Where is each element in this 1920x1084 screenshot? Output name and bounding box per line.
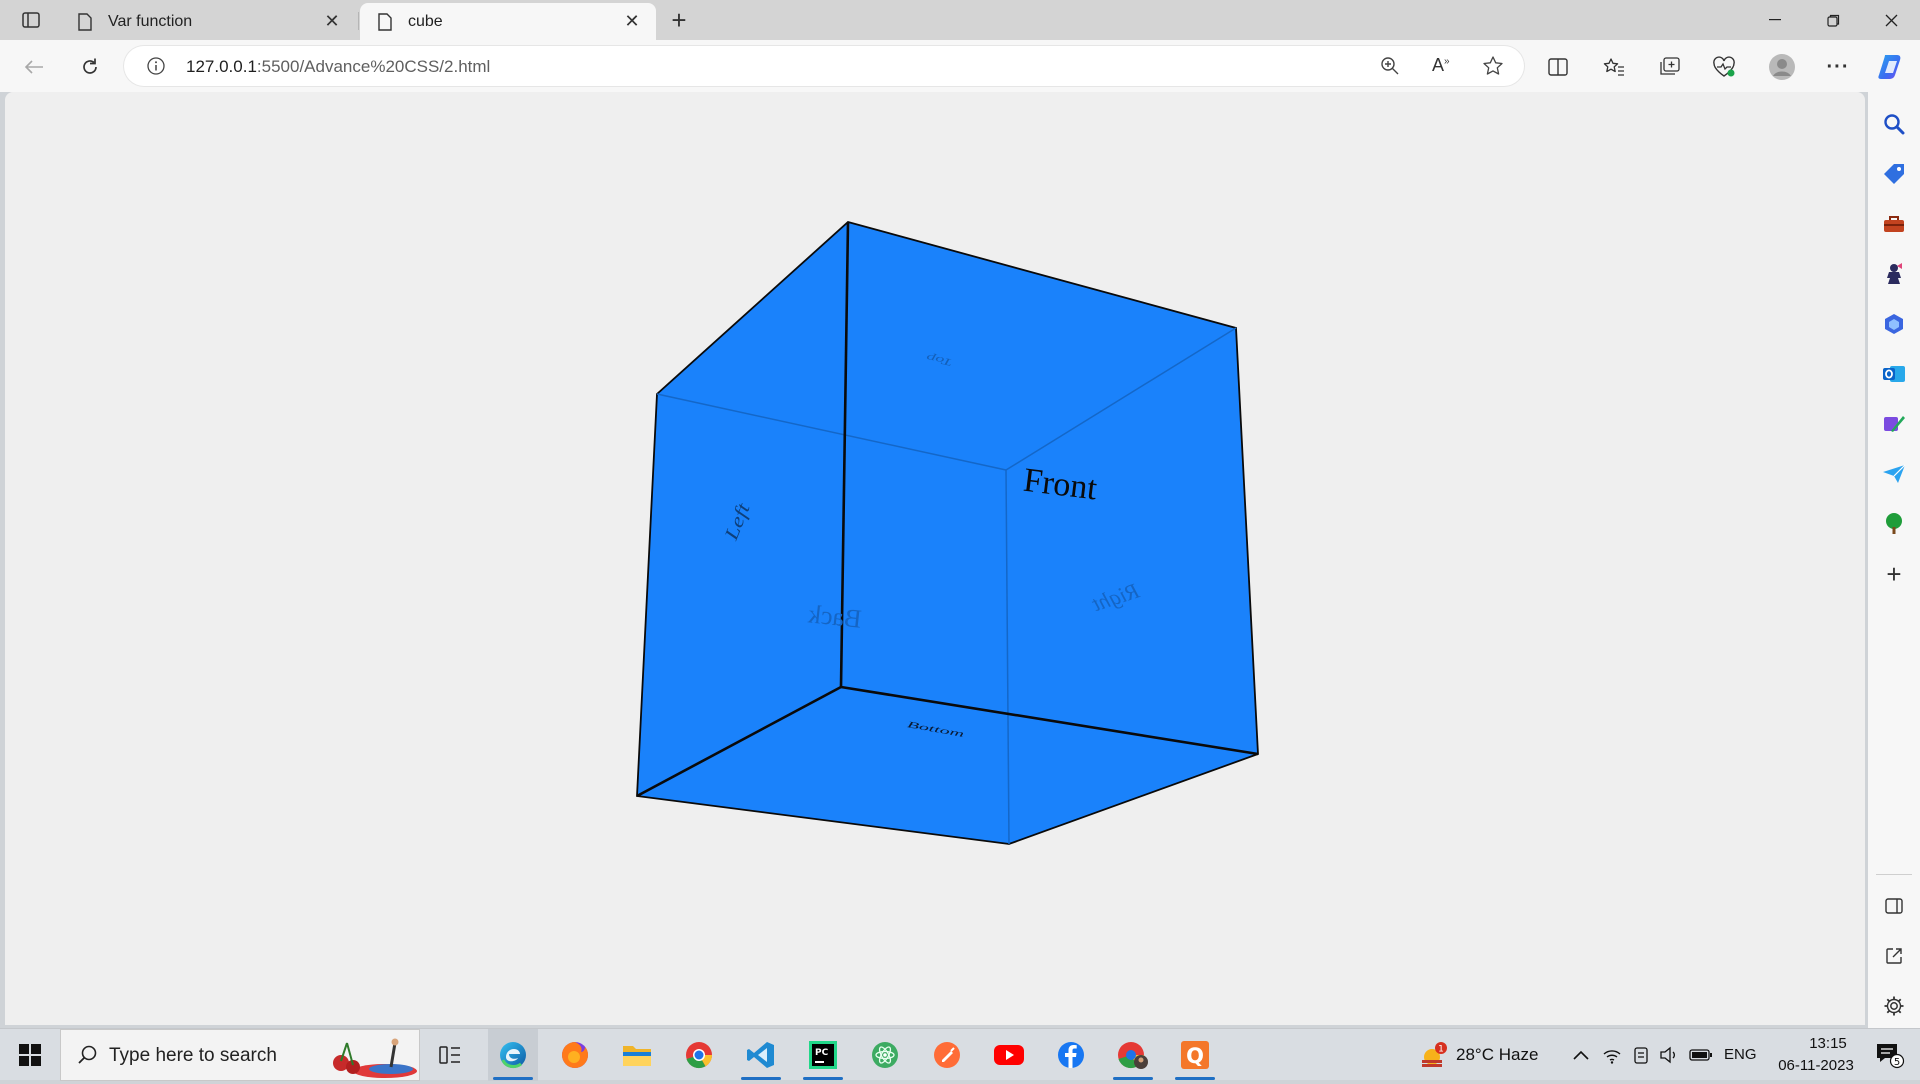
page-icon: [374, 11, 396, 33]
tab-actions-icon[interactable]: [14, 5, 48, 35]
language-indicator[interactable]: ENG: [1724, 1046, 1757, 1063]
cube-scene: Top Front Left Back Right Bottom: [636, 221, 1259, 845]
windows-start-icon[interactable]: [10, 1029, 50, 1081]
favorites-icon[interactable]: [1596, 50, 1632, 84]
restore-icon[interactable]: [1806, 0, 1860, 40]
tree-icon[interactable]: [1878, 508, 1910, 540]
browser-toolbar: 127.0.0.1:5500/Advance%20CSS/2.html A» ·…: [0, 40, 1920, 92]
page-content: Top Front Left Back Right Bottom: [5, 92, 1865, 1025]
vscode-icon[interactable]: [736, 1029, 786, 1081]
back-icon[interactable]: [16, 50, 52, 84]
minimize-icon[interactable]: [1748, 0, 1802, 40]
task-view-icon[interactable]: [425, 1029, 475, 1081]
site-info-icon[interactable]: [146, 56, 166, 81]
profile-avatar[interactable]: [1764, 50, 1800, 84]
chrome-profile-icon[interactable]: [1108, 1029, 1158, 1081]
show-hidden-icons-icon[interactable]: [1566, 1029, 1596, 1081]
close-tab-icon[interactable]: ✕: [622, 11, 642, 32]
atom-icon[interactable]: [860, 1029, 910, 1081]
tab-var-function[interactable]: Var function ✕: [60, 3, 356, 40]
battery-saver-icon[interactable]: [1627, 1029, 1655, 1081]
tab-title: cube: [408, 12, 443, 30]
send-icon[interactable]: [1878, 458, 1910, 490]
taskbar: Type here to search PC Q 1 28°C Haze ENG…: [0, 1028, 1920, 1081]
battery-icon[interactable]: [1686, 1029, 1716, 1081]
notification-center-icon[interactable]: 5: [1868, 1029, 1912, 1081]
clock-time[interactable]: 13:15: [1790, 1035, 1866, 1052]
search-icon[interactable]: [1878, 108, 1910, 140]
clock-date[interactable]: 06-11-2023: [1766, 1057, 1866, 1074]
facebook-icon[interactable]: [1046, 1029, 1096, 1081]
pycharm-icon[interactable]: PC: [798, 1029, 848, 1081]
edge-sidebar: +: [1868, 92, 1920, 1028]
edge-icon[interactable]: [488, 1029, 538, 1081]
microsoft-365-icon[interactable]: [1878, 308, 1910, 340]
tab-title: Var function: [108, 12, 193, 30]
url-path: :5500/Advance%20CSS/2.html: [256, 57, 491, 76]
read-aloud-icon[interactable]: A»: [1432, 55, 1450, 76]
search-placeholder: Type here to search: [109, 1045, 277, 1066]
weather-alert-badge: 1: [1438, 1045, 1444, 1055]
volume-icon[interactable]: [1655, 1029, 1683, 1081]
search-icon: [77, 1044, 99, 1071]
games-icon[interactable]: [1878, 258, 1910, 290]
file-explorer-icon[interactable]: [612, 1029, 662, 1081]
tools-icon[interactable]: [1878, 208, 1910, 240]
q-app-icon[interactable]: Q: [1170, 1029, 1220, 1081]
tab-strip: Var function ✕ cube ✕ +: [0, 0, 1920, 40]
address-bar[interactable]: 127.0.0.1:5500/Advance%20CSS/2.html A»: [124, 46, 1524, 86]
favorite-star-icon[interactable]: [1482, 55, 1504, 82]
postman-icon[interactable]: [922, 1029, 972, 1081]
close-tab-icon[interactable]: ✕: [322, 11, 342, 32]
shopping-tag-icon[interactable]: [1878, 158, 1910, 190]
svg-text:Q: Q: [1186, 1044, 1204, 1068]
sidebar-divider: [1876, 874, 1912, 875]
svg-text:PC: PC: [815, 1048, 829, 1058]
face-label-back: Back: [807, 599, 863, 633]
refresh-icon[interactable]: [72, 50, 108, 84]
split-screen-icon[interactable]: [1540, 50, 1576, 84]
tab-cube[interactable]: cube ✕: [360, 3, 656, 40]
url-host: 127.0.0.1: [186, 57, 257, 76]
close-window-icon[interactable]: [1864, 0, 1918, 40]
network-icon[interactable]: [1598, 1029, 1626, 1081]
settings-icon[interactable]: [1878, 990, 1910, 1022]
weather-text[interactable]: 28°C Haze: [1456, 1045, 1538, 1065]
url-text[interactable]: 127.0.0.1:5500/Advance%20CSS/2.html: [186, 57, 490, 77]
zoom-icon[interactable]: [1380, 56, 1400, 81]
chrome-icon[interactable]: [674, 1029, 724, 1081]
open-external-icon[interactable]: [1878, 940, 1910, 972]
outlook-icon[interactable]: [1878, 358, 1910, 390]
split-screen-icon[interactable]: [1878, 890, 1910, 922]
more-menu-icon[interactable]: ···: [1820, 50, 1856, 84]
firefox-icon[interactable]: [550, 1029, 600, 1081]
tab-divider: [358, 12, 359, 30]
search-highlight-image: [325, 1033, 417, 1084]
add-icon[interactable]: +: [1878, 558, 1910, 590]
weather-icon[interactable]: 1: [1412, 1029, 1456, 1081]
page-icon: [74, 11, 96, 33]
notification-count: 5: [1894, 1057, 1900, 1068]
copilot-icon[interactable]: [1874, 50, 1910, 84]
designer-icon[interactable]: [1878, 408, 1910, 440]
taskbar-search-box[interactable]: Type here to search: [60, 1029, 420, 1081]
browser-essentials-icon[interactable]: [1706, 50, 1742, 84]
youtube-icon[interactable]: [984, 1029, 1034, 1081]
collections-icon[interactable]: [1652, 50, 1688, 84]
new-tab-icon[interactable]: +: [662, 5, 696, 35]
